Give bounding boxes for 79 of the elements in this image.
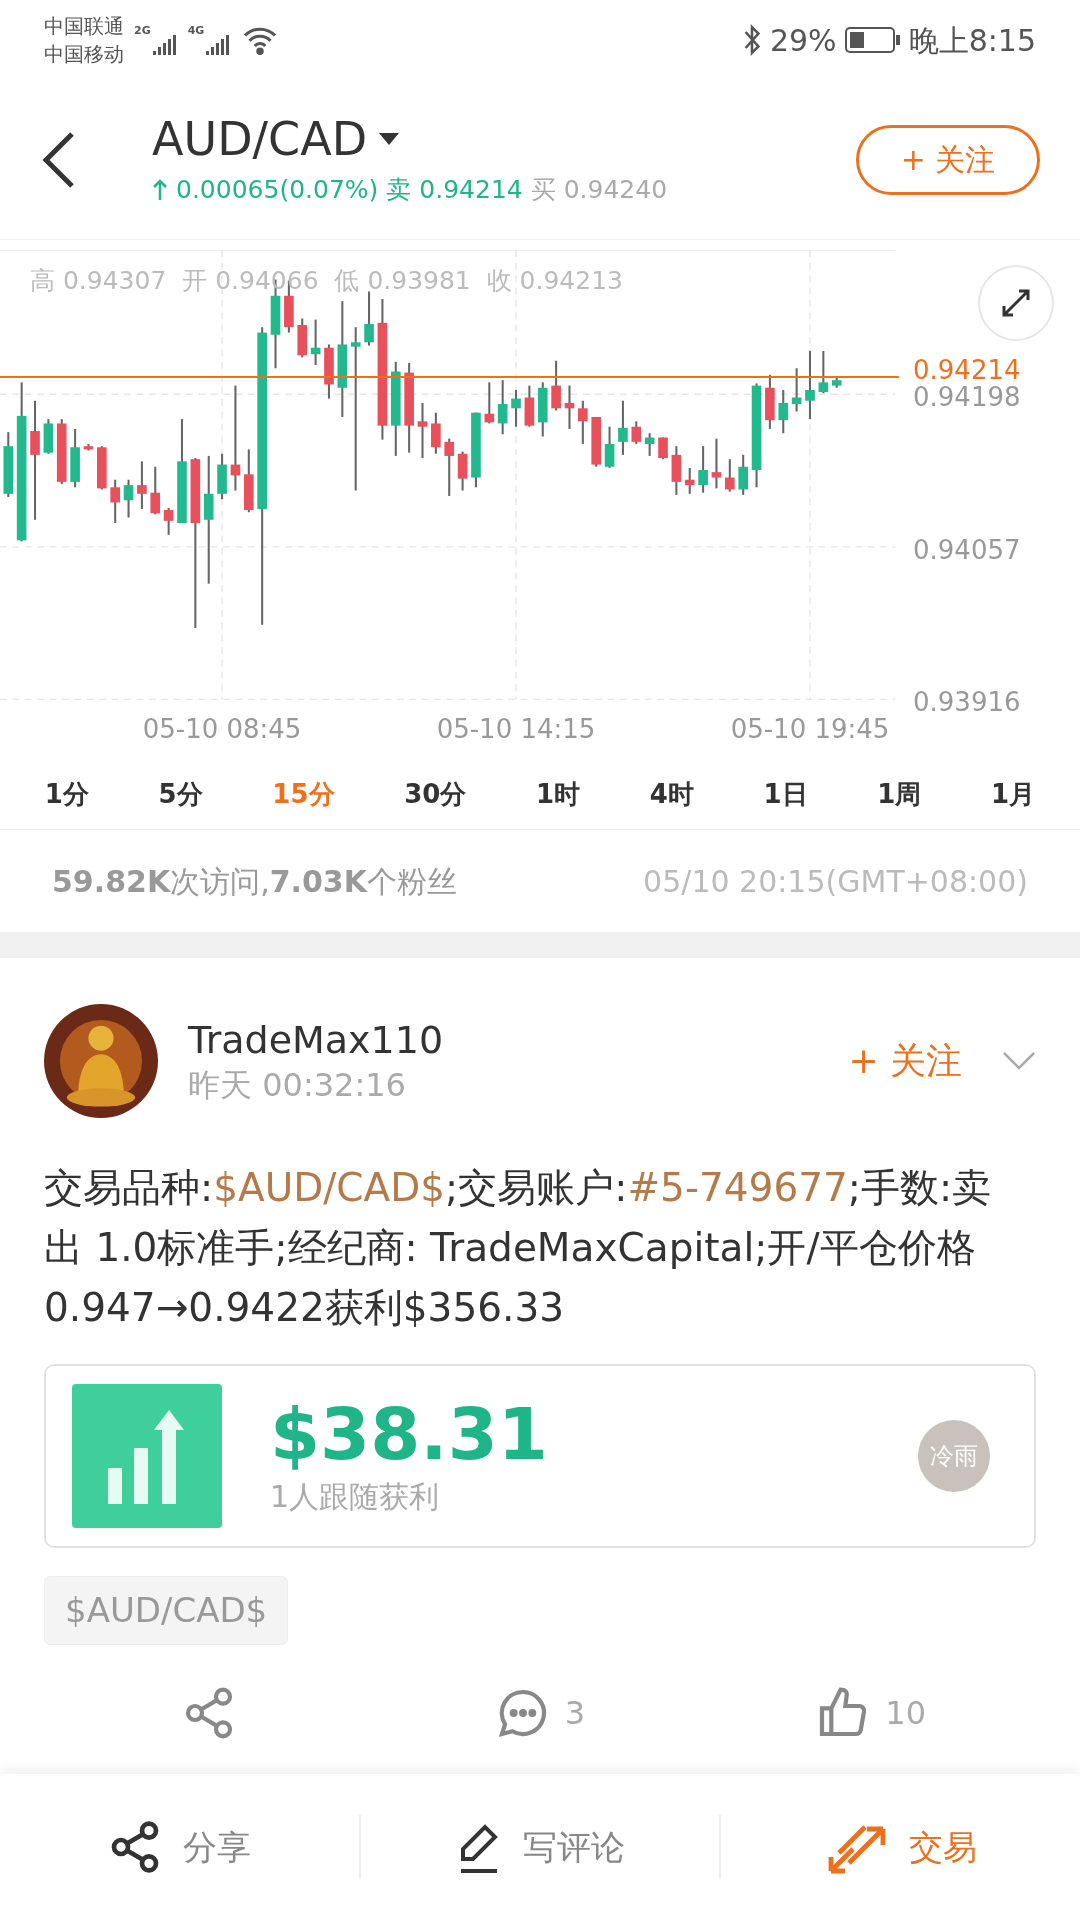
dropdown-caret-icon[interactable] — [379, 132, 400, 145]
candlestick — [150, 465, 161, 516]
post-time: 昨天 00:32:16 — [188, 1065, 407, 1106]
axis-label: 05-10 14:15 — [436, 714, 596, 744]
timeframe-tab[interactable]: 1月 — [981, 775, 1046, 814]
timeframe-tab[interactable]: 1分 — [34, 775, 99, 814]
sell-price: 0.94214 — [419, 173, 523, 206]
timeframe-tab[interactable]: 4时 — [639, 775, 704, 814]
bottom-nav-button[interactable]: 交易 — [721, 1819, 1080, 1875]
battery-percent: 29% — [769, 21, 837, 60]
sell-label: 卖 — [386, 173, 412, 206]
post-link[interactable]: $AUD/CAD$ — [213, 1165, 446, 1210]
candlestick — [497, 379, 508, 436]
bottom-nav-button[interactable]: 写评论 — [360, 1819, 720, 1875]
chart-up-icon — [72, 1384, 222, 1528]
candlestick — [110, 478, 121, 525]
candlestick — [738, 453, 748, 496]
axis-label: 05-10 08:45 — [142, 714, 302, 744]
battery-icon — [844, 27, 901, 53]
axis-label: 0.94198 — [913, 382, 1021, 413]
candlestick — [711, 437, 722, 490]
chevron-down-icon[interactable] — [1002, 1051, 1036, 1071]
candlestick — [444, 437, 455, 497]
profit-card[interactable]: $38.31 1人跟随获利 冷雨 — [44, 1364, 1036, 1548]
post-text: 交易品种:$AUD/CAD$;交易账户:#5-749677;手数:卖出 1.0标准手;经纪商: TradeMaxCapital;开/平仓价格0.947→0.9422获利$356.33 — [44, 1164, 993, 1332]
carrier-name: 中国联通 — [44, 13, 124, 40]
author-name[interactable]: TradeMax110 — [188, 1016, 849, 1064]
candlestick — [137, 460, 147, 510]
action-count: 3 — [564, 1693, 586, 1734]
tag-chip[interactable]: $AUD/CAD$ — [44, 1576, 289, 1645]
candlestick — [805, 349, 815, 421]
candlestick — [30, 399, 40, 521]
buy-price: 0.94240 — [563, 173, 668, 206]
clock-time: 晚上8:15 — [908, 21, 1036, 60]
candlestick — [551, 359, 561, 412]
follower-avatar: 冷雨 — [918, 1420, 990, 1492]
profit-amount: $38.31 — [270, 1393, 549, 1474]
carrier-name: 中国移动 — [44, 41, 124, 68]
timeframe-tab[interactable]: 30分 — [394, 775, 477, 814]
price-tag: 0.94214 — [913, 354, 1021, 385]
candlestick — [725, 458, 735, 493]
ohlc-summary: 高 0.94307 开 0.94066 低 0.93981 收 0.94213 — [30, 265, 623, 297]
axis-label: 0.93916 — [913, 687, 1021, 718]
candlestick — [511, 388, 521, 428]
candlestick — [818, 349, 829, 395]
candlestick — [484, 381, 495, 425]
buy-label: 买 — [530, 173, 556, 206]
candlestick — [618, 399, 628, 456]
symbol-title: AUD/CAD — [152, 110, 368, 167]
timeframe-tab[interactable]: 1日 — [753, 775, 818, 814]
bottom-nav-button[interactable]: 分享 — [0, 1819, 359, 1875]
visit-stats: 59.82K次访问,7.03K个粉丝 — [52, 862, 457, 901]
candlestick — [431, 411, 441, 455]
action-count: 10 — [885, 1693, 926, 1734]
post-link[interactable]: #5-749677 — [627, 1165, 848, 1210]
timestamp: 05/10 20:15(GMT+08:00) — [643, 862, 1028, 901]
candlestick — [350, 326, 361, 492]
candlestick — [684, 466, 695, 495]
timeframe-tab[interactable]: 5分 — [148, 775, 213, 814]
profit-caption: 1人跟随获利 — [270, 1477, 441, 1516]
follow-button[interactable]: + 关注 — [848, 1034, 962, 1088]
candlestick — [163, 506, 174, 536]
candlestick — [417, 401, 428, 460]
candlestick — [123, 478, 134, 519]
candlestick — [578, 399, 588, 446]
price-change: 0.00065(0.07%) — [176, 173, 379, 206]
timeframe-tab[interactable]: 15分 — [262, 775, 345, 814]
candlestick — [364, 290, 374, 347]
candlestick — [791, 367, 802, 413]
follow-button[interactable]: + 关注 — [856, 124, 1040, 195]
candlestick — [698, 445, 708, 494]
axis-label: 05-10 19:45 — [730, 714, 890, 744]
candlestick — [778, 388, 789, 435]
candlestick — [604, 425, 615, 469]
up-arrow-icon — [152, 177, 168, 202]
candlestick — [631, 420, 642, 446]
axis-label: 0.94057 — [913, 534, 1021, 565]
timeframe-tab[interactable]: 1周 — [867, 775, 932, 814]
timeframe-tab[interactable]: 1时 — [526, 775, 591, 814]
